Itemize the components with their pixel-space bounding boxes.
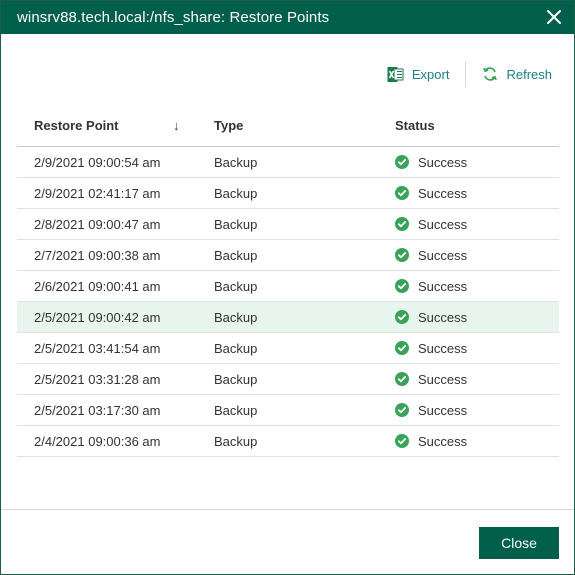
- table-row[interactable]: 2/5/2021 09:00:42 am Backup Success: [17, 302, 559, 333]
- cell-status: Success: [378, 248, 559, 263]
- cell-type: Backup: [214, 309, 258, 325]
- check-circle-icon: [395, 341, 409, 355]
- table-row[interactable]: 2/9/2021 09:00:54 am Backup Success: [17, 147, 559, 178]
- status-text: Success: [418, 278, 468, 294]
- toolbar-divider: [465, 61, 467, 87]
- cell-type: Backup: [214, 433, 258, 449]
- status-text: Success: [418, 309, 468, 325]
- status-text: Success: [418, 433, 468, 449]
- close-button[interactable]: Close: [479, 527, 559, 559]
- cell-restore-point: 2/6/2021 09:00:41 am: [34, 278, 161, 294]
- title-bar: winsrv88.tech.local:/nfs_share: Restore …: [1, 1, 574, 34]
- check-circle-icon: [395, 403, 409, 417]
- sort-descending-icon: ↓: [173, 118, 180, 133]
- cell-restore-point: 2/5/2021 03:41:54 am: [34, 340, 161, 356]
- restore-points-table: Restore Point ↓ Type Status 2/9/2021 09:…: [17, 105, 559, 457]
- table-body: 2/9/2021 09:00:54 am Backup Success 2/9/202…: [17, 147, 559, 457]
- check-circle-icon: [395, 186, 409, 200]
- table-row[interactable]: 2/7/2021 09:00:38 am Backup Success: [17, 240, 559, 271]
- cell-restore-point: 2/4/2021 09:00:36 am: [34, 433, 161, 449]
- cell-restore-point: 2/5/2021 09:00:42 am: [34, 309, 161, 325]
- cell-type: Backup: [214, 402, 258, 418]
- table-row[interactable]: 2/5/2021 03:31:28 am Backup Success: [17, 364, 559, 395]
- table-row[interactable]: 2/6/2021 09:00:41 am Backup Success: [17, 271, 559, 302]
- cell-status: Success: [378, 403, 559, 418]
- cell-status: Success: [378, 341, 559, 356]
- cell-status: Success: [378, 372, 559, 387]
- column-header-restore-point[interactable]: Restore Point ↓: [17, 118, 197, 133]
- cell-status: Success: [378, 155, 559, 170]
- dialog-title: winsrv88.tech.local:/nfs_share: Restore …: [17, 9, 330, 26]
- check-circle-icon: [395, 155, 409, 169]
- table-row[interactable]: 2/8/2021 09:00:47 am Backup Success: [17, 209, 559, 240]
- column-header-type[interactable]: Type: [197, 118, 378, 133]
- cell-restore-point: 2/9/2021 02:41:17 am: [34, 185, 161, 201]
- table-row[interactable]: 2/4/2021 09:00:36 am Backup Success: [17, 426, 559, 457]
- table-row[interactable]: 2/5/2021 03:41:54 am Backup Success: [17, 333, 559, 364]
- cell-type: Backup: [214, 247, 258, 263]
- status-text: Success: [418, 216, 468, 232]
- refresh-label: Refresh: [506, 66, 552, 82]
- cell-type: Backup: [214, 216, 258, 232]
- cell-status: Success: [378, 310, 559, 325]
- cell-type: Backup: [214, 154, 258, 170]
- cell-restore-point: 2/9/2021 09:00:54 am: [34, 154, 161, 170]
- status-text: Success: [418, 154, 468, 170]
- check-circle-icon: [395, 279, 409, 293]
- check-circle-icon: [395, 434, 409, 448]
- export-label: Export: [411, 66, 450, 82]
- table-row[interactable]: 2/9/2021 02:41:17 am Backup Success: [17, 178, 559, 209]
- cell-type: Backup: [214, 278, 258, 294]
- status-text: Success: [418, 340, 468, 356]
- restore-points-dialog: winsrv88.tech.local:/nfs_share: Restore …: [0, 0, 575, 575]
- table-row[interactable]: 2/5/2021 03:17:30 am Backup Success: [17, 395, 559, 426]
- check-circle-icon: [395, 248, 409, 262]
- cell-status: Success: [378, 217, 559, 232]
- cell-type: Backup: [214, 371, 258, 387]
- refresh-button[interactable]: Refresh: [482, 66, 552, 82]
- cell-restore-point: 2/7/2021 09:00:38 am: [34, 247, 161, 263]
- cell-status: Success: [378, 434, 559, 449]
- toolbar: Export Refresh: [387, 61, 552, 87]
- status-text: Success: [418, 185, 468, 201]
- excel-icon: [387, 66, 404, 83]
- cell-restore-point: 2/5/2021 03:17:30 am: [34, 402, 161, 418]
- status-text: Success: [418, 402, 468, 418]
- refresh-icon: [482, 66, 498, 82]
- status-text: Success: [418, 371, 468, 387]
- check-circle-icon: [395, 310, 409, 324]
- close-icon[interactable]: [544, 7, 564, 27]
- export-button[interactable]: Export: [387, 66, 450, 83]
- check-circle-icon: [395, 217, 409, 231]
- cell-status: Success: [378, 186, 559, 201]
- cell-restore-point: 2/8/2021 09:00:47 am: [34, 216, 161, 232]
- column-header-status[interactable]: Status: [378, 118, 559, 133]
- check-circle-icon: [395, 372, 409, 386]
- cell-type: Backup: [214, 185, 258, 201]
- cell-status: Success: [378, 279, 559, 294]
- table-header: Restore Point ↓ Type Status: [17, 105, 559, 147]
- footer-divider: [1, 509, 574, 510]
- status-text: Success: [418, 247, 468, 263]
- cell-type: Backup: [214, 340, 258, 356]
- cell-restore-point: 2/5/2021 03:31:28 am: [34, 371, 161, 387]
